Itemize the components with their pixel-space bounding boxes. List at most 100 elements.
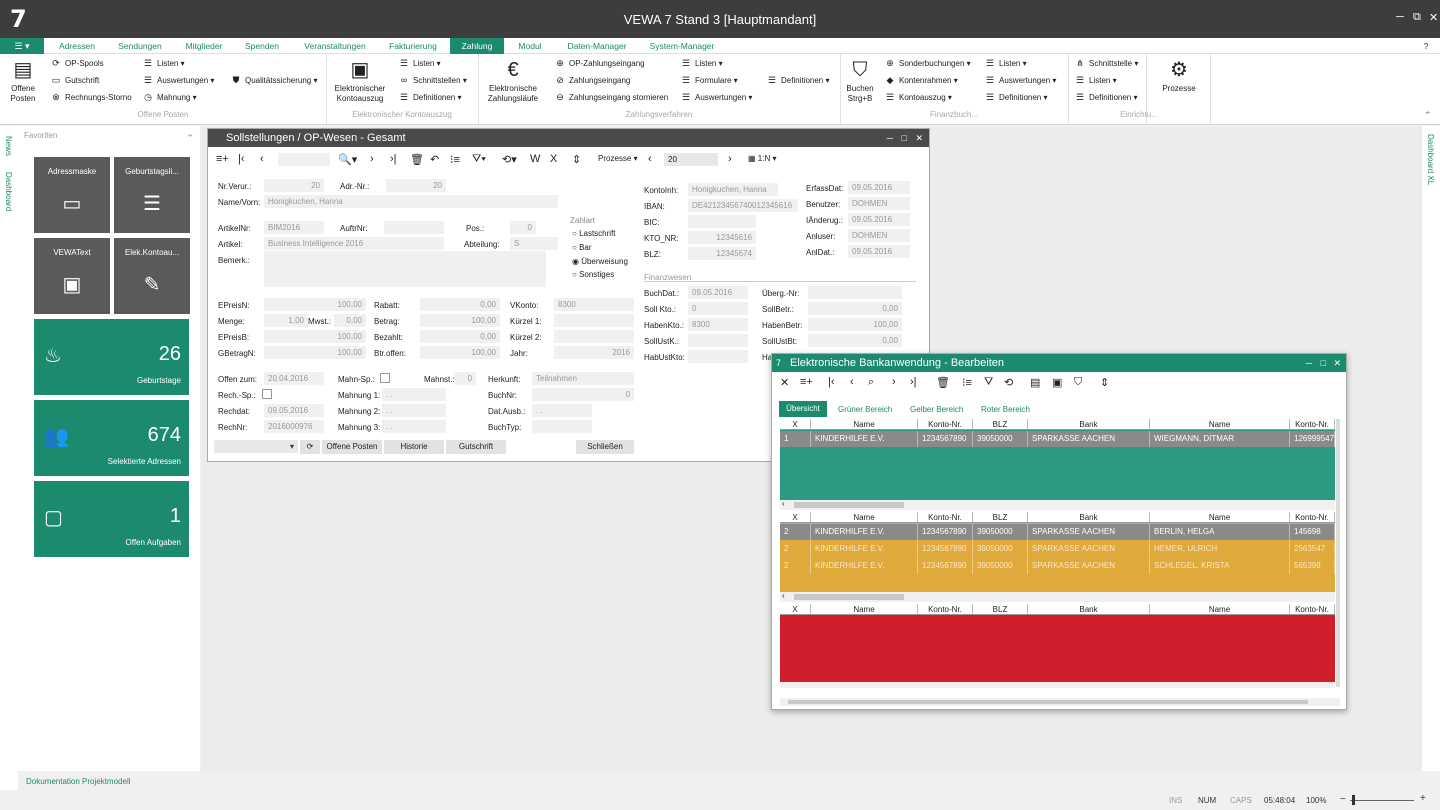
tile-offen-aufgaben[interactable]: ▢ 1 Offen Aufgaben	[34, 481, 189, 557]
column-header[interactable]: Konto-Nr.	[1290, 512, 1335, 522]
close-icon[interactable]: ✕	[780, 376, 789, 389]
page-prev-icon[interactable]: ‹	[648, 153, 652, 165]
rabatt-field[interactable]: 0,00	[420, 298, 500, 311]
column-header[interactable]: Name	[1150, 604, 1290, 614]
jahr-field[interactable]: 2016	[554, 346, 634, 359]
mahnst-field[interactable]: 0	[454, 372, 476, 385]
nr-verur-field[interactable]: 20	[264, 179, 324, 192]
bank-maximize-button[interactable]: □	[1321, 354, 1326, 372]
column-header[interactable]: Bank	[1028, 419, 1150, 429]
gbetragn-field[interactable]: 100,00	[264, 346, 366, 359]
view-select[interactable]: ▦ 1:N ▾	[748, 154, 776, 163]
sort-icon[interactable]: ⁝≡	[450, 153, 460, 166]
delete-icon[interactable]: 🗑	[410, 153, 424, 166]
historie-tab[interactable]: Historie	[384, 440, 444, 454]
filter-icon[interactable]: ⛛	[984, 376, 993, 389]
pin-icon[interactable]: ⌖	[188, 131, 193, 141]
sollustbt-field[interactable]: 0,00	[808, 334, 902, 347]
help-icon[interactable]: ?	[1418, 38, 1434, 54]
history-icon[interactable]: ⟲	[1004, 376, 1013, 389]
epreisn-field[interactable]: 100,00	[264, 298, 366, 311]
ka-schnittstellen-dropdown[interactable]: ∞ Schnittstellen ▾	[398, 73, 467, 87]
column-header[interactable]: X	[780, 512, 811, 522]
tab-system-manager[interactable]: System-Manager	[644, 38, 720, 54]
scroll-thumb[interactable]	[788, 700, 1308, 704]
filter-icon[interactable]: ⛛▾	[472, 153, 486, 166]
doc-link[interactable]: Dokumentation Projektmodell	[26, 777, 131, 786]
tile-selektierte-adressen[interactable]: 👥 674 Selektierte Adressen	[34, 400, 189, 476]
app-menu-button[interactable]: ☰ ▾	[0, 38, 44, 54]
table-row[interactable]: 2 KINDERHILFE E.V. 1234567890 39050000 SPARK…	[780, 524, 1335, 540]
zahlungseingang-button[interactable]: ⊘ Zahlungseingang	[554, 73, 630, 87]
herkunft-field[interactable]: Teilnahmen	[532, 372, 634, 385]
tab-fakturierung[interactable]: Fakturierung	[382, 38, 444, 54]
tab-modul[interactable]: Modul	[510, 38, 550, 54]
green-hscroll[interactable]: ‹	[780, 499, 1335, 510]
gutschrift-tab[interactable]: Gutschrift	[446, 440, 506, 454]
iban-field[interactable]: DE42123456740012345616	[688, 199, 798, 212]
minimize-button[interactable]: ─	[1396, 11, 1404, 23]
column-header[interactable]: Konto-Nr.	[918, 419, 973, 429]
bemerk-field[interactable]	[264, 251, 546, 287]
ka-definitionen-dropdown[interactable]: ☰ Definitionen ▾	[398, 90, 462, 104]
tile-vewatext[interactable]: VEWAText ▣	[34, 238, 110, 314]
calendar-icon[interactable]: ▤	[1030, 376, 1040, 389]
history-icon[interactable]: ⟲▾	[502, 153, 517, 166]
scroll-left-icon[interactable]: ‹	[782, 499, 785, 508]
expand-icon[interactable]: ⇕	[1100, 376, 1109, 389]
prozesse-dropdown[interactable]: Prozesse ▾	[598, 154, 638, 163]
close-button[interactable]: ✕	[1429, 11, 1438, 24]
rechdat-field[interactable]: 09.05.2016	[264, 404, 324, 417]
benutzer-field[interactable]: DOHMEN	[848, 197, 910, 210]
radio-bar[interactable]: ○ Bar	[572, 243, 592, 252]
zoom-slider[interactable]	[1350, 800, 1414, 801]
column-header[interactable]: Bank	[1028, 512, 1150, 522]
kontenrahmen-dropdown[interactable]: ◆ Kontenrahmen ▾	[884, 73, 958, 87]
fb-kontoauszug-dropdown[interactable]: ☰ Kontoauszug ▾	[884, 90, 952, 104]
listen-dropdown[interactable]: ☰ Listen ▾	[142, 56, 185, 70]
yellow-hscroll[interactable]: ‹	[780, 591, 1335, 602]
last-icon[interactable]: ›|	[390, 153, 397, 165]
page-next-icon[interactable]: ›	[728, 153, 732, 165]
tile-geburtstagsliste[interactable]: Geburtstagsli... ☰	[114, 157, 190, 233]
kuerzel2-field[interactable]	[554, 330, 634, 343]
prozesse-button[interactable]: ⚙ Prozesse	[1150, 58, 1208, 94]
table-row[interactable]: 2 KINDERHILFE E.V. 1234567890 39050000 SPARK…	[780, 541, 1335, 557]
zoom-in-button[interactable]: +	[1420, 793, 1426, 804]
column-header[interactable]: BLZ	[973, 419, 1028, 429]
first-icon[interactable]: |‹	[238, 153, 245, 165]
tab-roter-bereich[interactable]: Roter Bereich	[981, 405, 1030, 414]
refresh-button[interactable]: ⟳	[300, 440, 320, 454]
tile-adressmaske[interactable]: Adressmaske ▭	[34, 157, 110, 233]
soll-kto-field[interactable]: 0	[688, 302, 748, 315]
adr-nr-field[interactable]: 20	[386, 179, 446, 192]
tab-sendungen[interactable]: Sendungen	[112, 38, 168, 54]
bezahlt-field[interactable]: 0,00	[420, 330, 500, 343]
column-header[interactable]: X	[780, 419, 811, 429]
calendar-check-icon[interactable]: ▣	[1052, 376, 1062, 389]
blz-field[interactable]: 12345674	[688, 247, 756, 260]
zv-formulare-dropdown[interactable]: ☰ Formulare ▾	[680, 73, 738, 87]
column-header[interactable]: Bank	[1028, 604, 1150, 614]
prev-icon[interactable]: ‹	[260, 153, 264, 165]
zahlungseingang-stornieren-button[interactable]: ⊖ Zahlungseingang stornieren	[554, 90, 668, 104]
bank-minimize-button[interactable]: ─	[1306, 354, 1312, 372]
kontoauszug-button[interactable]: ▣ Elektronischer Kontoauszug	[330, 58, 390, 104]
column-header[interactable]: Konto-Nr.	[918, 604, 973, 614]
ueberg-nr-field[interactable]	[808, 286, 902, 299]
auswertungen-dropdown[interactable]: ☰ Auswertungen ▾	[142, 73, 214, 87]
buchen-button[interactable]: ⛉ Buchen Strg+B	[842, 58, 878, 104]
artikel-field[interactable]: Business Intelligence 2016	[264, 237, 444, 250]
next-icon[interactable]: ›	[892, 376, 896, 388]
ka-listen-dropdown[interactable]: ☰ Listen ▾	[398, 56, 441, 70]
erfassdat-field[interactable]: 09.05.2016	[848, 181, 910, 194]
scroll-left-icon[interactable]: ‹	[782, 591, 785, 600]
column-header[interactable]: Konto-Nr.	[1290, 419, 1335, 429]
shield-check-icon[interactable]: ⛉	[1074, 376, 1082, 389]
column-header[interactable]: Name	[1150, 512, 1290, 522]
tab-adressen[interactable]: Adressen	[52, 38, 102, 54]
zv-listen-dropdown[interactable]: ☰ Listen ▾	[680, 56, 723, 70]
sonderbuchungen-dropdown[interactable]: ⊕ Sonderbuchungen ▾	[884, 56, 970, 70]
radio-sonstiges[interactable]: ○ Sonstiges	[572, 270, 614, 279]
epreisb-field[interactable]: 100,00	[264, 330, 366, 343]
